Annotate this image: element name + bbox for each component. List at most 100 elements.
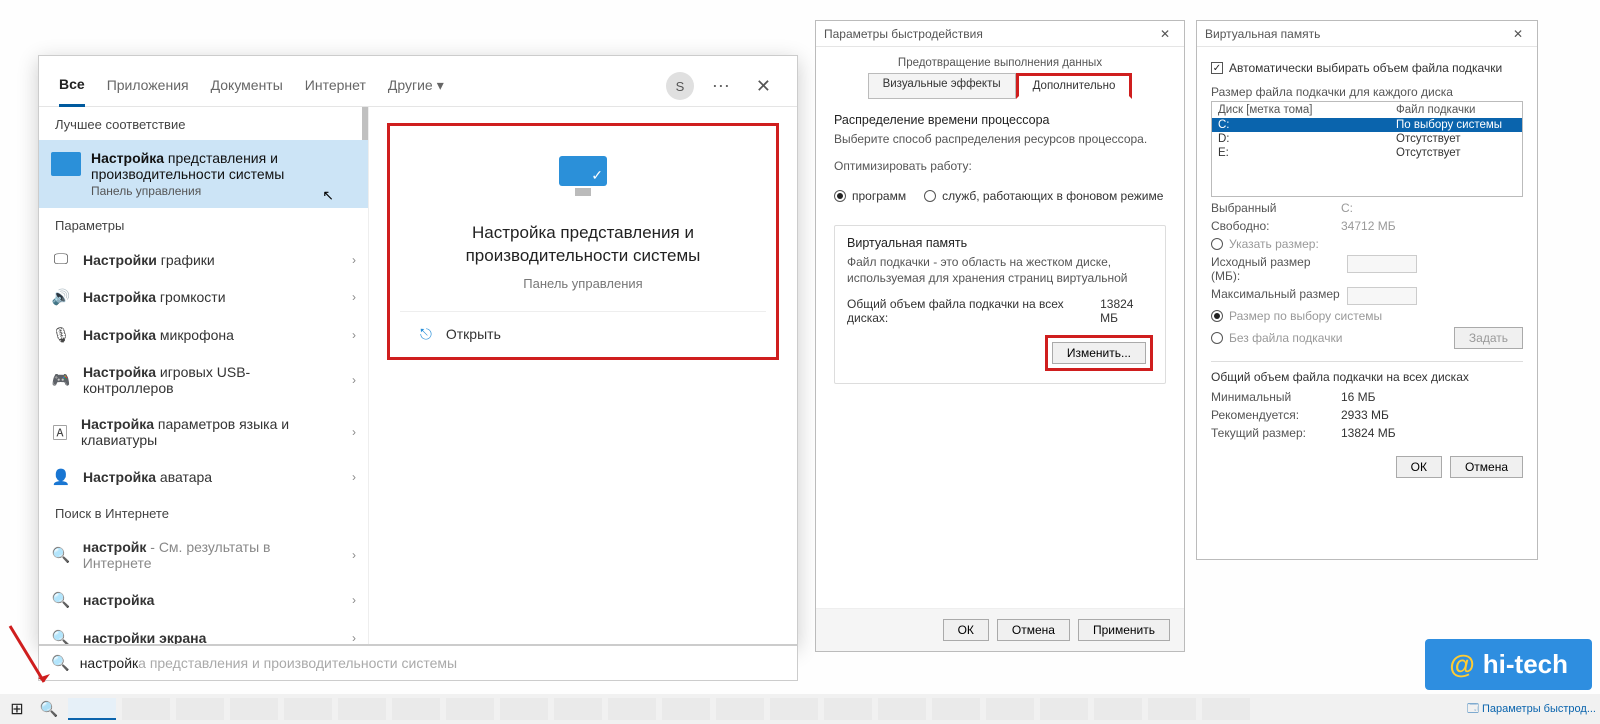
chevron-right-icon: › (352, 631, 356, 644)
taskbar-app[interactable] (446, 698, 494, 720)
checkbox-icon (1211, 62, 1223, 74)
result-graphics[interactable]: 🖵 Настройки графики › (39, 241, 368, 278)
radio-no-paging: Без файла подкачки (1211, 331, 1454, 345)
radio-services[interactable]: служб, работающих в фоновом режиме (924, 189, 1163, 203)
tab-all[interactable]: Все (59, 66, 85, 107)
free-space-label: Свободно: (1211, 219, 1341, 233)
change-button[interactable]: Изменить... (1052, 342, 1146, 364)
chevron-right-icon: › (352, 253, 356, 267)
totals-section: Общий объем файла подкачки на всех диска… (1211, 361, 1523, 440)
dialog-title: Виртуальная память (1205, 27, 1320, 41)
close-icon[interactable]: ✕ (1507, 27, 1529, 41)
result-usb-controllers[interactable]: 🎮 Настройка игровых USB-контроллеров › (39, 354, 368, 406)
tab-web[interactable]: Интернет (305, 67, 366, 105)
processor-scheduling-header: Распределение времени процессора (834, 113, 1166, 127)
free-space-value: 34712 МБ (1341, 219, 1396, 233)
disk-list[interactable]: Диск [метка тома]Файл подкачки C:По выбо… (1211, 101, 1523, 197)
rec-value: 2933 МБ (1341, 408, 1389, 422)
preview-monitor-icon (553, 156, 613, 204)
user-avatar[interactable]: S (666, 72, 694, 100)
cancel-button[interactable]: Отмена (997, 619, 1070, 641)
min-label: Минимальный (1211, 390, 1341, 404)
auto-manage-checkbox[interactable]: Автоматически выбирать объем файла подка… (1211, 61, 1523, 75)
taskbar-app[interactable] (500, 698, 548, 720)
taskbar-app[interactable] (662, 698, 710, 720)
best-match-item[interactable]: Настройка представления и производительн… (39, 140, 368, 208)
display-icon: 🖵 (51, 251, 71, 268)
close-icon[interactable]: ✕ (1154, 27, 1176, 41)
tab-apps[interactable]: Приложения (107, 67, 189, 105)
annotation-arrow-icon (4, 620, 54, 692)
taskbar-app[interactable] (230, 698, 278, 720)
web-result-1[interactable]: 🔍 настройк - См. результаты в Интернете … (39, 529, 368, 581)
vm-text: Файл подкачки - это область на жестком д… (847, 254, 1153, 288)
avatar-icon: 👤 (51, 468, 71, 486)
taskbar-app[interactable] (824, 698, 872, 720)
taskbar-app[interactable] (878, 698, 926, 720)
preview-title: Настройка представления и производительн… (400, 222, 766, 268)
selected-drive-label: Выбранный (1211, 201, 1341, 215)
open-action[interactable]: ⎋ Открыть (400, 312, 766, 357)
tab-visual-effects[interactable]: Визуальные эффекты (868, 73, 1016, 99)
chevron-right-icon: › (352, 593, 356, 607)
taskbar-app[interactable] (716, 698, 764, 720)
processor-scheduling-text: Выберите способ распределения ресурсов п… (834, 131, 1166, 148)
taskbar-app[interactable] (932, 698, 980, 720)
group-parameters: Параметры (39, 208, 368, 241)
result-volume[interactable]: 🔊 Настройка громкости › (39, 278, 368, 316)
taskbar-app[interactable] (1094, 698, 1142, 720)
dialog-titlebar[interactable]: Виртуальная память ✕ (1197, 21, 1537, 47)
result-language[interactable]: 🄰 Настройка параметров языка и клавиатур… (39, 406, 368, 458)
web-result-2[interactable]: 🔍 настройка › (39, 581, 368, 619)
chevron-right-icon: › (352, 290, 356, 304)
taskbar-app[interactable] (986, 698, 1034, 720)
search-results-list: Лучшее соответствие Настройка представле… (39, 107, 369, 644)
totals-header: Общий объем файла подкачки на всех диска… (1211, 370, 1523, 384)
taskbar-app[interactable] (392, 698, 440, 720)
tab-docs[interactable]: Документы (211, 67, 283, 105)
search-input[interactable]: 🔍 настройка представления и производител… (38, 645, 798, 681)
result-avatar[interactable]: 👤 Настройка аватара › (39, 458, 368, 496)
taskbar-app[interactable] (1040, 698, 1088, 720)
group-web-search: Поиск в Интернете (39, 496, 368, 529)
max-size-input (1347, 287, 1417, 305)
disk-row-e[interactable]: E:Отсутствует (1212, 146, 1522, 160)
cancel-button[interactable]: Отмена (1450, 456, 1523, 478)
watermark-badge: @ hi-tech (1425, 639, 1592, 690)
open-label: Открыть (446, 326, 501, 342)
tab-dep[interactable]: Предотвращение выполнения данных (898, 57, 1102, 69)
taskbar-app[interactable] (554, 698, 602, 720)
taskbar-search-button[interactable]: 🔍 (36, 698, 62, 720)
dialog-titlebar[interactable]: Параметры быстродействия ✕ (816, 21, 1184, 47)
taskbar-app[interactable] (1202, 698, 1250, 720)
apply-button[interactable]: Применить (1078, 619, 1170, 641)
taskbar-app-active[interactable] (68, 698, 116, 720)
start-button[interactable]: ⊞ (4, 698, 30, 720)
taskbar-app[interactable] (1148, 698, 1196, 720)
radio-programs[interactable]: программ (834, 189, 906, 203)
tab-advanced[interactable]: Дополнительно (1016, 73, 1133, 99)
more-options-icon[interactable]: ⋯ (712, 76, 732, 97)
taskbar-app[interactable] (284, 698, 332, 720)
best-match-subtitle: Панель управления (91, 184, 356, 198)
tab-more[interactable]: Другие▾ (388, 67, 444, 106)
disk-row-c[interactable]: C:По выбору системы (1212, 118, 1522, 132)
taskbar-app[interactable] (770, 698, 818, 720)
ok-button[interactable]: ОК (1396, 456, 1442, 478)
tray-performance-options[interactable]: 🗔 Параметры быстрод... (1467, 700, 1596, 719)
disk-row-d[interactable]: D:Отсутствует (1212, 132, 1522, 146)
ok-button[interactable]: ОК (943, 619, 989, 641)
vm-total-value: 13824 МБ (1100, 297, 1153, 325)
taskbar-app[interactable] (176, 698, 224, 720)
taskbar-app[interactable] (338, 698, 386, 720)
volume-icon: 🔊 (51, 288, 71, 306)
change-button-highlight: Изменить... (1045, 335, 1153, 371)
radio-icon (834, 190, 846, 202)
taskbar-app[interactable] (608, 698, 656, 720)
result-microphone[interactable]: 🎙 Настройка микрофона › (39, 316, 368, 354)
web-result-3[interactable]: 🔍 настройки экрана › (39, 619, 368, 644)
cur-label: Текущий размер: (1211, 426, 1341, 440)
close-icon[interactable]: ✕ (750, 76, 777, 97)
taskbar-app[interactable] (122, 698, 170, 720)
group-best-match: Лучшее соответствие (39, 107, 368, 140)
